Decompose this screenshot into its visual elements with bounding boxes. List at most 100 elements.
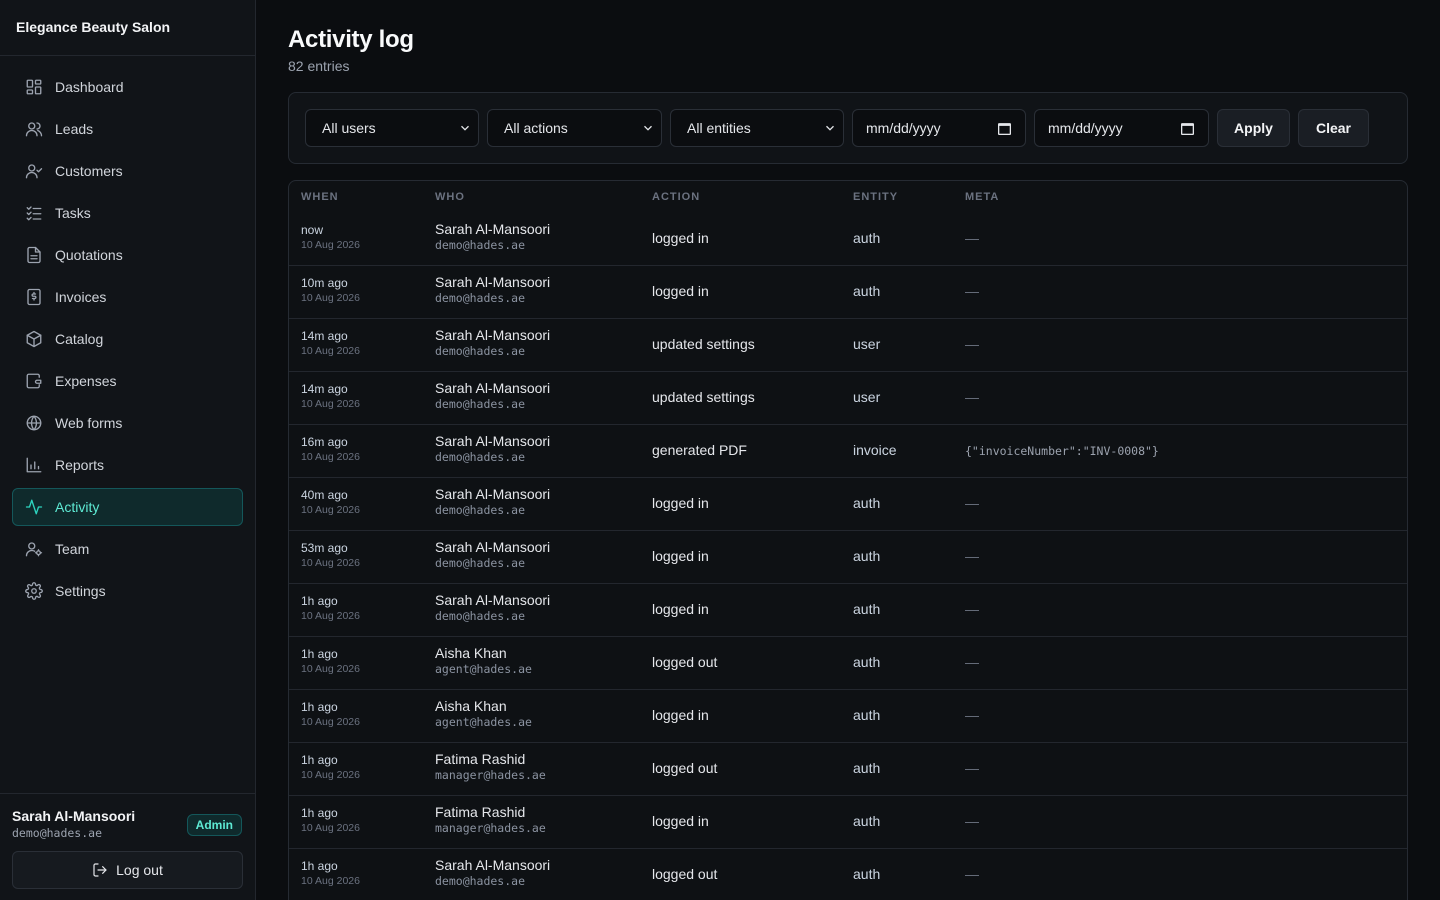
clear-button[interactable]: Clear bbox=[1298, 109, 1369, 147]
entity-filter-select[interactable]: All entities bbox=[670, 109, 844, 147]
user-name: Sarah Al-Mansoori bbox=[435, 274, 551, 290]
timestamp-date: 10 Aug 2026 bbox=[301, 716, 360, 728]
cell-meta: — bbox=[965, 495, 979, 511]
cell-who: Sarah Al-Mansoori demo@hades.ae bbox=[435, 380, 550, 411]
calendar-icon[interactable] bbox=[1181, 122, 1194, 135]
sidebar-item-invoices[interactable]: Invoices bbox=[12, 278, 243, 316]
sidebar-item-customers[interactable]: Customers bbox=[12, 152, 243, 190]
table-row[interactable]: 1h ago 10 Aug 2026 Fatima Rashid manager@ha… bbox=[289, 796, 1407, 849]
user-name: Fatima Rashid bbox=[435, 751, 526, 767]
user-filter-select[interactable]: All users bbox=[305, 109, 479, 147]
table-row[interactable]: 1h ago 10 Aug 2026 Fatima Rashid manager@ha… bbox=[289, 743, 1407, 796]
table-row[interactable]: 14m ago 10 Aug 2026 Sarah Al-Mansoori demo@… bbox=[289, 372, 1407, 425]
user-email: demo@hades.ae bbox=[435, 556, 526, 570]
cell-entity: user bbox=[853, 336, 881, 352]
timestamp-date: 10 Aug 2026 bbox=[301, 663, 360, 675]
table-row[interactable]: 1h ago 10 Aug 2026 Sarah Al-Mansoori demo@h… bbox=[289, 584, 1407, 637]
user-email: demo@hades.ae bbox=[435, 238, 526, 252]
table-row[interactable]: 40m ago 10 Aug 2026 Sarah Al-Mansoori demo@… bbox=[289, 478, 1407, 531]
table-row[interactable]: 10m ago 10 Aug 2026 Sarah Al-Mansoori demo@… bbox=[289, 266, 1407, 319]
date-from-input[interactable]: mm/dd/yyyy bbox=[852, 109, 1026, 147]
sidebar-item-label: Dashboard bbox=[55, 79, 124, 95]
relative-time: 1h ago bbox=[301, 647, 338, 661]
calendar-icon[interactable] bbox=[998, 122, 1011, 135]
sidebar-item-catalog[interactable]: Catalog bbox=[12, 320, 243, 358]
table-row[interactable]: now 10 Aug 2026 Sarah Al-Mansoori demo@hade… bbox=[289, 213, 1407, 266]
chevron-down-icon bbox=[823, 121, 837, 135]
sidebar-item-label: Web forms bbox=[55, 415, 123, 431]
user-name: Sarah Al-Mansoori bbox=[435, 327, 551, 343]
user-email: demo@hades.ae bbox=[435, 291, 526, 305]
relative-time: 1h ago bbox=[301, 806, 338, 820]
table-row[interactable]: 1h ago 10 Aug 2026 Aisha Khan agent@hades.a… bbox=[289, 690, 1407, 743]
entity-filter-value: All entities bbox=[687, 120, 751, 136]
logout-button[interactable]: Log out bbox=[12, 851, 243, 889]
table-row[interactable]: 1h ago 10 Aug 2026 Aisha Khan agent@hades.a… bbox=[289, 637, 1407, 690]
sidebar-item-settings[interactable]: Settings bbox=[12, 572, 243, 610]
date-to-input[interactable]: mm/dd/yyyy bbox=[1034, 109, 1209, 147]
sidebar: Elegance Beauty Salon Dashboard Leads Cu… bbox=[0, 0, 256, 900]
cell-entity: auth bbox=[853, 707, 881, 723]
current-user-panel: Sarah Al-Mansoori demo@hades.ae Admin Lo… bbox=[0, 793, 255, 900]
timestamp-date: 10 Aug 2026 bbox=[301, 292, 360, 304]
reports-icon bbox=[25, 456, 43, 474]
cell-action: logged out bbox=[652, 866, 718, 882]
cell-who: Aisha Khan agent@hades.ae bbox=[435, 645, 532, 676]
filter-bar: All users All actions All entities mm/dd… bbox=[288, 92, 1408, 164]
sidebar-item-label: Expenses bbox=[55, 373, 117, 389]
cell-entity: auth bbox=[853, 813, 881, 829]
user-name: Sarah Al-Mansoori bbox=[435, 486, 551, 502]
relative-time: 10m ago bbox=[301, 276, 348, 290]
cell-when: 1h ago 10 Aug 2026 bbox=[301, 806, 360, 834]
user-name: Aisha Khan bbox=[435, 645, 507, 661]
relative-time: 1h ago bbox=[301, 753, 338, 767]
apply-button[interactable]: Apply bbox=[1217, 109, 1290, 147]
timestamp-date: 10 Aug 2026 bbox=[301, 451, 360, 463]
user-email: demo@hades.ae bbox=[435, 397, 526, 411]
table-row[interactable]: 1h ago 10 Aug 2026 Sarah Al-Mansoori demo@h… bbox=[289, 849, 1407, 900]
sidebar-item-tasks[interactable]: Tasks bbox=[12, 194, 243, 232]
sidebar-item-label: Customers bbox=[55, 163, 123, 179]
cell-who: Sarah Al-Mansoori demo@hades.ae bbox=[435, 486, 550, 517]
sidebar-item-leads[interactable]: Leads bbox=[12, 110, 243, 148]
cell-meta: {"invoiceNumber":"INV-0008"} bbox=[965, 444, 1159, 458]
cell-action: logged in bbox=[652, 283, 709, 299]
sidebar-item-label: Catalog bbox=[55, 331, 104, 347]
chevron-down-icon bbox=[458, 121, 472, 135]
cell-who: Sarah Al-Mansoori demo@hades.ae bbox=[435, 539, 550, 570]
cell-action: logged in bbox=[652, 707, 709, 723]
cell-meta: — bbox=[965, 813, 979, 829]
role-badge: Admin bbox=[186, 814, 242, 836]
timestamp-date: 10 Aug 2026 bbox=[301, 398, 360, 410]
cell-when: 40m ago 10 Aug 2026 bbox=[301, 488, 360, 516]
cell-meta: — bbox=[965, 760, 979, 776]
timestamp-date: 10 Aug 2026 bbox=[301, 822, 360, 834]
user-filter-value: All users bbox=[322, 120, 376, 136]
user-email: agent@hades.ae bbox=[435, 662, 532, 676]
table-row[interactable]: 53m ago 10 Aug 2026 Sarah Al-Mansoori demo@… bbox=[289, 531, 1407, 584]
timestamp-date: 10 Aug 2026 bbox=[301, 875, 360, 887]
sidebar-item-dashboard[interactable]: Dashboard bbox=[12, 68, 243, 106]
cell-who: Sarah Al-Mansoori demo@hades.ae bbox=[435, 221, 550, 252]
sidebar-item-web-forms[interactable]: Web forms bbox=[12, 404, 243, 442]
cell-when: 53m ago 10 Aug 2026 bbox=[301, 541, 360, 569]
sidebar-item-quotations[interactable]: Quotations bbox=[12, 236, 243, 274]
sidebar-item-reports[interactable]: Reports bbox=[12, 446, 243, 484]
cell-meta: — bbox=[965, 548, 979, 564]
table-row[interactable]: 16m ago 10 Aug 2026 Sarah Al-Mansoori demo@… bbox=[289, 425, 1407, 478]
date-from-placeholder: mm/dd/yyyy bbox=[866, 120, 941, 136]
sidebar-item-expenses[interactable]: Expenses bbox=[12, 362, 243, 400]
cell-when: 16m ago 10 Aug 2026 bbox=[301, 435, 360, 463]
sidebar-item-label: Quotations bbox=[55, 247, 123, 263]
sidebar-item-label: Invoices bbox=[55, 289, 107, 305]
action-filter-select[interactable]: All actions bbox=[487, 109, 662, 147]
relative-time: 1h ago bbox=[301, 700, 338, 714]
timestamp-date: 10 Aug 2026 bbox=[301, 769, 360, 781]
table-row[interactable]: 14m ago 10 Aug 2026 Sarah Al-Mansoori demo@… bbox=[289, 319, 1407, 372]
sidebar-item-team[interactable]: Team bbox=[12, 530, 243, 568]
sidebar-item-activity[interactable]: Activity bbox=[12, 488, 243, 526]
cell-meta: — bbox=[965, 230, 979, 246]
globe-icon bbox=[25, 414, 43, 432]
sidebar-item-label: Reports bbox=[55, 457, 105, 473]
dashboard-icon bbox=[25, 78, 43, 96]
